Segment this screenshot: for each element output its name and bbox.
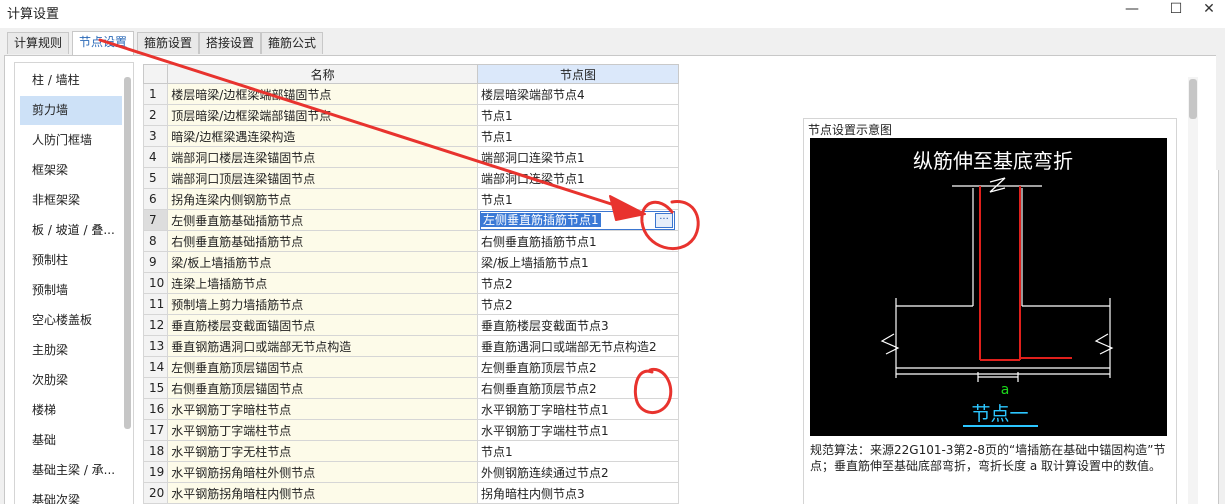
annotation-arrow-head — [609, 195, 646, 221]
annotation-overlay — [98, 38, 700, 414]
annotation-circle-marker — [633, 367, 673, 414]
annotation-arrow-line — [98, 38, 632, 212]
annotation-circle-button — [640, 200, 700, 250]
